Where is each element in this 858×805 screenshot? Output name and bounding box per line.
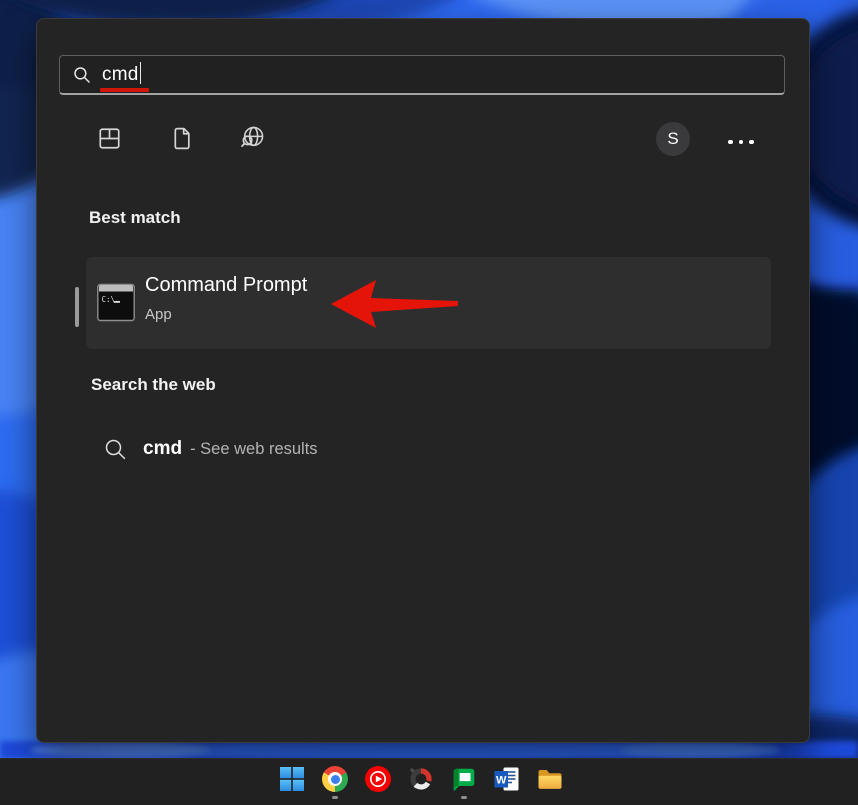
desktop: cmd S Best match C:\ Command Prompt App … <box>0 0 858 805</box>
filter-documents-button[interactable] <box>165 122 197 154</box>
web-results-label: - See web results <box>190 439 318 458</box>
svg-text:W: W <box>496 775 507 787</box>
ring-app-taskbar-button[interactable] <box>408 766 434 800</box>
web-filter-icon <box>240 126 263 147</box>
youtube-music-taskbar-button[interactable] <box>365 766 391 800</box>
query-underline-annotation <box>100 88 149 92</box>
search-icon <box>74 67 90 83</box>
youtube-music-icon <box>365 766 391 792</box>
ring-app-icon <box>410 768 432 790</box>
start-icon <box>280 767 304 791</box>
start-search-panel: cmd S Best match C:\ Command Prompt App … <box>36 18 810 743</box>
search-web-heading: Search the web <box>91 375 216 394</box>
search-input[interactable]: cmd <box>59 55 785 95</box>
start-button[interactable] <box>279 766 305 800</box>
result-subtitle: App <box>145 306 172 323</box>
filter-web-button[interactable] <box>236 121 268 153</box>
best-match-heading: Best match <box>89 208 181 227</box>
google-chat-icon <box>453 768 475 792</box>
account-avatar[interactable]: S <box>656 122 690 156</box>
avatar-initial: S <box>667 129 679 148</box>
search-query-text: cmd <box>102 62 141 86</box>
word-taskbar-button[interactable]: W <box>494 766 520 800</box>
running-indicator <box>332 796 338 799</box>
word-icon: W <box>494 767 519 791</box>
ellipsis-icon <box>728 139 733 145</box>
command-prompt-icon: C:\ <box>97 283 135 322</box>
google-chat-taskbar-button[interactable] <box>451 766 477 800</box>
web-search-icon <box>105 439 126 459</box>
file-explorer-taskbar-button[interactable] <box>537 766 563 800</box>
web-query-text: cmd <box>143 438 183 459</box>
documents-filter-icon <box>173 127 190 149</box>
taskbar: W <box>0 758 858 805</box>
chrome-icon <box>322 766 348 792</box>
web-search-suggestion[interactable]: cmd - See web results <box>104 431 318 467</box>
file-explorer-icon <box>538 770 562 789</box>
running-indicator <box>461 796 467 799</box>
taskbar-icons: W <box>279 766 563 800</box>
result-title: Command Prompt <box>145 274 308 296</box>
text-caret <box>139 62 141 84</box>
red-arrow-annotation <box>331 280 458 328</box>
more-options-button[interactable] <box>724 138 758 146</box>
apps-filter-icon <box>98 127 120 149</box>
svg-text:C:\: C:\ <box>102 295 116 304</box>
filter-apps-button[interactable] <box>93 122 125 154</box>
scrollbar-indicator[interactable] <box>75 287 79 327</box>
chrome-taskbar-button[interactable] <box>322 766 348 800</box>
